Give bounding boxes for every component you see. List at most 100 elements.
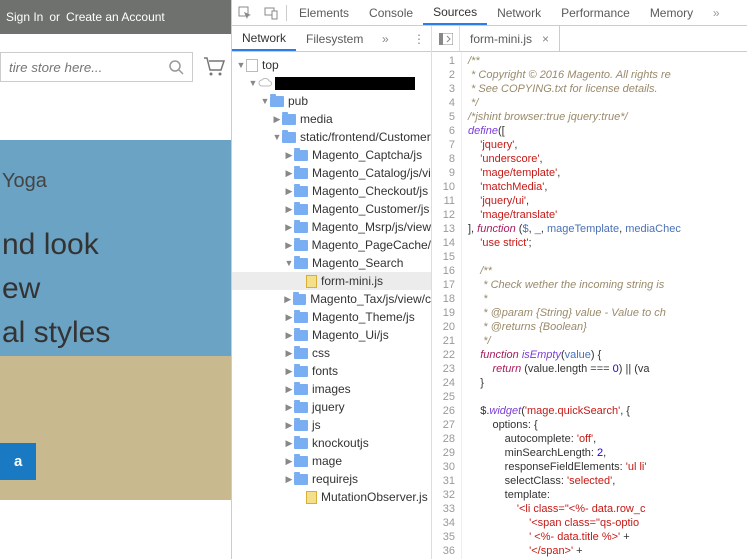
main-tab-console[interactable]: Console: [359, 0, 423, 25]
code-line[interactable]: [468, 250, 747, 264]
tree-row[interactable]: MutationObserver.js: [232, 488, 431, 506]
search-box[interactable]: [0, 52, 193, 82]
tree-row[interactable]: ▶Magento_Msrp/js/view: [232, 218, 431, 236]
tree-row[interactable]: ▶Magento_Customer/js: [232, 200, 431, 218]
tree-row[interactable]: ▼pub: [232, 92, 431, 110]
line-number[interactable]: 36: [432, 544, 455, 558]
code-line[interactable]: /*jshint browser:true jquery:true*/: [468, 110, 747, 124]
tree-row[interactable]: ▶fonts: [232, 362, 431, 380]
tree-row[interactable]: ▶Magento_Ui/js: [232, 326, 431, 344]
main-tab-network[interactable]: Network: [487, 0, 551, 25]
code-line[interactable]: /**: [468, 54, 747, 68]
main-tab-memory[interactable]: Memory: [640, 0, 703, 25]
line-number[interactable]: 6: [432, 124, 455, 138]
search-input[interactable]: [9, 60, 162, 75]
sign-in-link[interactable]: Sign In: [6, 10, 43, 24]
code-line[interactable]: 'jquery/ui',: [468, 194, 747, 208]
line-number[interactable]: 27: [432, 418, 455, 432]
tree-row[interactable]: ▶requirejs: [232, 470, 431, 488]
tree-row[interactable]: ▶media: [232, 110, 431, 128]
code-line[interactable]: selectClass: 'selected',: [468, 474, 747, 488]
line-number[interactable]: 20: [432, 320, 455, 334]
disclosure-triangle-icon[interactable]: ▼: [236, 60, 246, 70]
disclosure-triangle-icon[interactable]: ▶: [284, 186, 294, 197]
code-line[interactable]: */: [468, 334, 747, 348]
code-line[interactable]: options: {: [468, 418, 747, 432]
cart-icon[interactable]: [203, 57, 225, 77]
show-navigator-icon[interactable]: [432, 26, 460, 51]
code-line[interactable]: '<span class="qs-optio: [468, 516, 747, 530]
disclosure-triangle-icon[interactable]: ▶: [283, 294, 293, 305]
file-tree[interactable]: ▼top▼▼pub▶media▼static/frontend/Customer…: [232, 52, 431, 559]
code-line[interactable]: responseFieldElements: 'ul li': [468, 460, 747, 474]
disclosure-triangle-icon[interactable]: ▼: [248, 78, 258, 88]
code-area[interactable]: 1234567891011121314151617181920212223242…: [432, 52, 747, 559]
code-line[interactable]: 'underscore',: [468, 152, 747, 166]
tree-row[interactable]: ▼Magento_Search: [232, 254, 431, 272]
device-toggle-icon[interactable]: [258, 0, 284, 25]
line-number[interactable]: 4: [432, 96, 455, 110]
line-number[interactable]: 8: [432, 152, 455, 166]
main-tab-elements[interactable]: Elements: [289, 0, 359, 25]
line-number[interactable]: 22: [432, 348, 455, 362]
tree-row[interactable]: ▶Magento_Captcha/js: [232, 146, 431, 164]
tree-row[interactable]: ▶knockoutjs: [232, 434, 431, 452]
line-number[interactable]: 18: [432, 292, 455, 306]
main-tab-performance[interactable]: Performance: [551, 0, 640, 25]
disclosure-triangle-icon[interactable]: ▶: [284, 168, 294, 179]
create-account-link[interactable]: Create an Account: [66, 10, 165, 24]
tree-row[interactable]: form-mini.js: [232, 272, 431, 290]
side-tab-filesystem[interactable]: Filesystem: [296, 26, 373, 51]
disclosure-triangle-icon[interactable]: ▼: [272, 132, 282, 142]
line-number[interactable]: 10: [432, 180, 455, 194]
code-line[interactable]: /**: [468, 264, 747, 278]
tree-row[interactable]: ▼top: [232, 56, 431, 74]
line-number[interactable]: 35: [432, 530, 455, 544]
line-number[interactable]: 29: [432, 446, 455, 460]
line-number[interactable]: 28: [432, 432, 455, 446]
code-line[interactable]: return (value.length === 0) || (va: [468, 362, 747, 376]
code-line[interactable]: *: [468, 292, 747, 306]
more-tabs-icon[interactable]: »: [703, 0, 729, 25]
code-line[interactable]: 'jquery',: [468, 138, 747, 152]
line-number[interactable]: 13: [432, 222, 455, 236]
line-number[interactable]: 2: [432, 68, 455, 82]
line-number[interactable]: 21: [432, 334, 455, 348]
tree-row[interactable]: ▶Magento_Tax/js/view/c: [232, 290, 431, 308]
inspect-element-icon[interactable]: [232, 0, 258, 25]
code-line[interactable]: */: [468, 96, 747, 110]
line-number[interactable]: 32: [432, 488, 455, 502]
code-line[interactable]: 'matchMedia',: [468, 180, 747, 194]
sidebar-more-icon[interactable]: »: [373, 32, 397, 46]
tree-row[interactable]: ▶css: [232, 344, 431, 362]
line-number[interactable]: 15: [432, 250, 455, 264]
line-number[interactable]: 19: [432, 306, 455, 320]
line-number[interactable]: 26: [432, 404, 455, 418]
tree-row[interactable]: ▶Magento_Checkout/js: [232, 182, 431, 200]
tree-row[interactable]: ▶js: [232, 416, 431, 434]
code-line[interactable]: * See COPYING.txt for license details.: [468, 82, 747, 96]
code-line[interactable]: function isEmpty(value) {: [468, 348, 747, 362]
tree-row[interactable]: ▶mage: [232, 452, 431, 470]
code-line[interactable]: [468, 390, 747, 404]
disclosure-triangle-icon[interactable]: ▶: [284, 150, 294, 161]
code-line[interactable]: 'mage/translate': [468, 208, 747, 222]
line-number[interactable]: 34: [432, 516, 455, 530]
line-number[interactable]: 17: [432, 278, 455, 292]
disclosure-triangle-icon[interactable]: ▶: [284, 312, 294, 323]
line-number[interactable]: 5: [432, 110, 455, 124]
code-line[interactable]: * Check wether the incoming string is: [468, 278, 747, 292]
side-tab-network[interactable]: Network: [232, 26, 296, 51]
code-line[interactable]: 'mage/template',: [468, 166, 747, 180]
line-number[interactable]: 16: [432, 264, 455, 278]
tree-row[interactable]: ▶Magento_Theme/js: [232, 308, 431, 326]
tree-row[interactable]: ▶Magento_PageCache/: [232, 236, 431, 254]
disclosure-triangle-icon[interactable]: ▶: [272, 114, 282, 125]
code-line[interactable]: define([: [468, 124, 747, 138]
code-line[interactable]: minSearchLength: 2,: [468, 446, 747, 460]
line-number[interactable]: 12: [432, 208, 455, 222]
sidebar-menu-icon[interactable]: ⋮: [407, 32, 431, 46]
disclosure-triangle-icon[interactable]: ▶: [284, 348, 294, 359]
line-number[interactable]: 33: [432, 502, 455, 516]
line-number[interactable]: 31: [432, 474, 455, 488]
